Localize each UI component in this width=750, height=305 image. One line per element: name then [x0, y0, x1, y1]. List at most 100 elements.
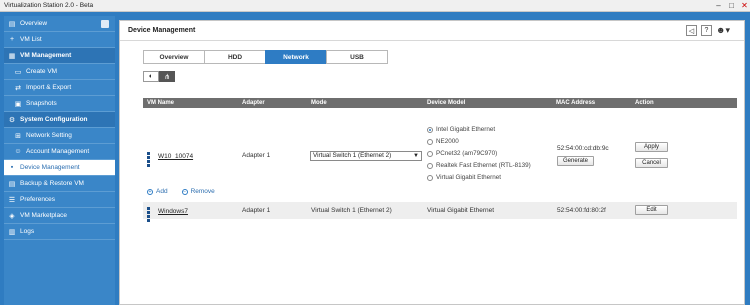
device-model-label: Virtual Gigabit Ethernet	[436, 174, 501, 181]
vm-name-link[interactable]: Windows7	[158, 208, 188, 215]
radio-icon[interactable]	[427, 138, 433, 145]
adapter-value: Adapter 1	[242, 207, 271, 214]
account-icon: ☺	[14, 148, 22, 155]
radio-icon[interactable]	[427, 162, 433, 169]
vm-name-cell: Windows7	[147, 207, 188, 222]
windows-icon	[147, 207, 154, 222]
marketplace-icon: ◈	[9, 212, 15, 220]
logs-icon: ▥	[8, 228, 16, 236]
sidebar-item-snapshots[interactable]: ▣ Snapshots	[4, 96, 115, 112]
sidebar-item-label: Network Setting	[26, 132, 72, 139]
col-action: Action	[635, 100, 654, 106]
edit-button[interactable]: Edit	[635, 205, 668, 215]
backup-icon: ▤	[8, 180, 16, 188]
close-window-button[interactable]: ✕	[739, 0, 750, 11]
generate-button[interactable]: Generate	[557, 156, 594, 166]
table-header: VM Name Adapter Mode Device Model MAC Ad…	[143, 98, 737, 108]
device-model-option[interactable]: Virtual Gigabit Ethernet	[427, 174, 501, 181]
sidebar-item-import-export[interactable]: ⇄ Import & Export	[4, 80, 115, 96]
remove-button[interactable]: − Remove	[181, 188, 215, 195]
sidebar-item-label: System Configuration	[20, 116, 88, 123]
device-icon: ▪	[10, 164, 14, 171]
row-actions: + Add − Remove	[147, 188, 215, 195]
snapshots-icon: ▣	[14, 100, 22, 108]
sidebar: ▤ Overview + VM List ▦ VM Management ▭ C…	[4, 16, 115, 305]
system-config-icon: ⚙	[8, 116, 16, 124]
device-model-option[interactable]: Intel Gigabit Ethernet	[427, 126, 495, 133]
vm-management-icon: ▦	[8, 52, 16, 60]
device-model-option[interactable]: NE2000	[427, 138, 459, 145]
sidebar-toggle-icon[interactable]	[101, 20, 109, 28]
table-row: Windows7 Adapter 1 Virtual Switch 1 (Eth…	[143, 202, 737, 222]
adapter-value: Adapter 1	[242, 152, 271, 159]
mode-select[interactable]: Virtual Switch 1 (Ethernet 2) ▼	[310, 151, 422, 161]
tab-hdd[interactable]: HDD	[204, 50, 266, 64]
sidebar-item-vm-marketplace[interactable]: ◈ VM Marketplace	[4, 208, 115, 224]
sidebar-item-vm-list[interactable]: + VM List	[4, 32, 115, 48]
sidebar-section-vm-management[interactable]: ▦ VM Management	[4, 48, 115, 64]
sidebar-item-preferences[interactable]: ☰ Preferences	[4, 192, 115, 208]
pie-view-icon[interactable]: ◐	[143, 71, 159, 82]
sidebar-item-label: VM Marketplace	[20, 212, 67, 219]
col-mac-address: MAC Address	[556, 100, 596, 106]
sidebar-item-network-setting[interactable]: ⊞ Network Setting	[4, 128, 115, 144]
mode-value: Virtual Switch 1 (Ethernet 2)	[311, 207, 392, 214]
plus-icon: +	[9, 36, 15, 43]
sidebar-section-system-configuration[interactable]: ⚙ System Configuration	[4, 112, 115, 128]
sidebar-item-label: Device Management	[20, 164, 80, 171]
device-model-value: Virtual Gigabit Ethernet	[427, 207, 495, 214]
device-model-option[interactable]: Realtek Fast Ethernet (RTL-8139)	[427, 162, 531, 169]
sidebar-item-label: Create VM	[26, 68, 58, 75]
minimize-button[interactable]: –	[713, 0, 724, 11]
preferences-icon: ☰	[8, 196, 16, 204]
header-actions: ◁ ? ☻▾	[686, 25, 730, 36]
sidebar-item-label: VM List	[20, 36, 42, 43]
help-icon[interactable]: ?	[701, 25, 712, 36]
device-model-label: PCnet32 (am79C970)	[436, 150, 498, 157]
device-model-option[interactable]: PCnet32 (am79C970)	[427, 150, 497, 157]
tab-network[interactable]: Network	[265, 50, 327, 64]
sidebar-item-label: Overview	[20, 20, 48, 27]
window-title: Virtualization Station 2.0 - Beta	[4, 2, 94, 9]
radio-icon[interactable]	[427, 150, 433, 157]
cancel-button[interactable]: Cancel	[635, 158, 668, 168]
view-toggle: ◐ ⋔	[143, 71, 175, 82]
radio-selected-icon[interactable]	[427, 126, 433, 133]
network-icon: ⊞	[15, 132, 21, 140]
sidebar-item-backup-restore[interactable]: ▤ Backup & Restore VM	[4, 176, 115, 192]
apply-button[interactable]: Apply	[635, 142, 668, 152]
sidebar-item-label: Import & Export	[26, 84, 72, 91]
mac-address: 52:54:00:cd:db:9c	[557, 145, 609, 152]
page-title: Device Management	[120, 21, 744, 41]
import-export-icon: ⇄	[15, 84, 21, 92]
sidebar-item-overview[interactable]: ▤ Overview	[4, 16, 115, 32]
create-vm-icon: ▭	[14, 68, 22, 76]
console-icon[interactable]: ◁	[686, 25, 697, 36]
windows-icon	[147, 152, 154, 167]
sidebar-item-account-management[interactable]: ☺ Account Management	[4, 144, 115, 160]
sidebar-item-label: Logs	[20, 228, 35, 235]
add-label: Add	[156, 188, 168, 195]
radio-icon[interactable]	[427, 174, 433, 181]
chevron-down-icon: ▼	[413, 153, 419, 159]
add-icon: +	[147, 189, 153, 195]
tree-view-icon[interactable]: ⋔	[159, 71, 175, 82]
col-vm-name: VM Name	[147, 100, 175, 106]
sidebar-item-logs[interactable]: ▥ Logs	[4, 224, 115, 240]
tab-overview[interactable]: Overview	[143, 50, 205, 64]
main-panel: Device Management ◁ ? ☻▾ Overview HDD Ne…	[119, 20, 745, 305]
sidebar-item-label: VM Management	[20, 52, 72, 59]
device-model-label: Realtek Fast Ethernet (RTL-8139)	[436, 162, 531, 169]
sidebar-item-device-management[interactable]: ▪ Device Management	[4, 160, 115, 176]
device-model-label: Intel Gigabit Ethernet	[436, 126, 496, 133]
sidebar-item-create-vm[interactable]: ▭ Create VM	[4, 64, 115, 80]
maximize-button[interactable]: □	[726, 0, 737, 11]
window-titlebar: Virtualization Station 2.0 - Beta – □ ✕	[0, 0, 750, 12]
tab-usb[interactable]: USB	[326, 50, 388, 64]
add-button[interactable]: + Add	[147, 188, 168, 195]
overview-icon: ▤	[8, 20, 16, 28]
remove-icon: −	[181, 189, 188, 195]
user-menu-icon[interactable]: ☻▾	[716, 25, 730, 36]
vm-name-link[interactable]: W10_10074	[158, 153, 193, 160]
device-tabs: Overview HDD Network USB	[143, 50, 388, 64]
